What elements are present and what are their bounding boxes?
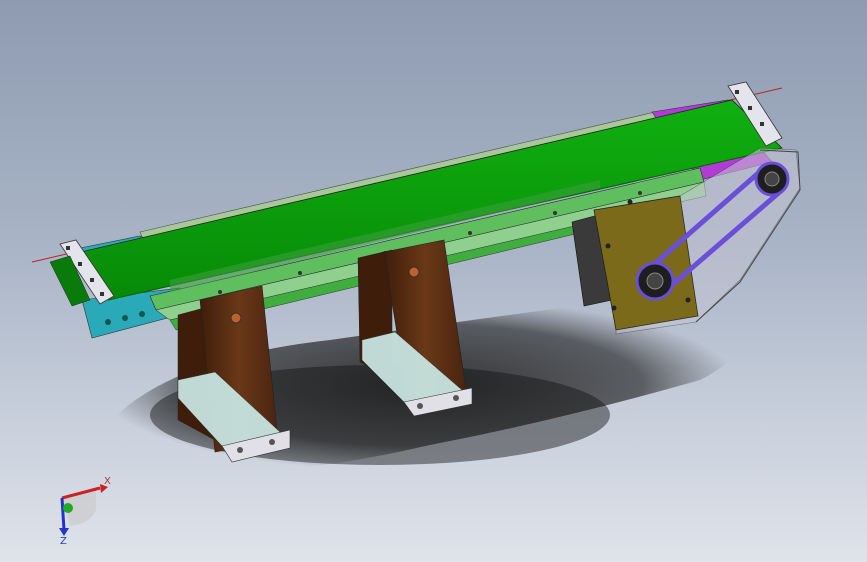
drive-pulley xyxy=(635,261,675,301)
triad-x-label: X xyxy=(104,476,111,487)
triad-z-label: Z xyxy=(60,536,67,545)
cad-viewport[interactable]: X Z xyxy=(0,0,867,562)
driven-pulley xyxy=(754,161,790,197)
orientation-triad[interactable]: X Z xyxy=(50,470,120,545)
conveyor-model[interactable] xyxy=(0,0,867,562)
triad-y-axis-icon xyxy=(63,503,73,513)
triad-z-axis xyxy=(60,497,66,531)
triad-z-arrow-icon xyxy=(59,528,69,536)
